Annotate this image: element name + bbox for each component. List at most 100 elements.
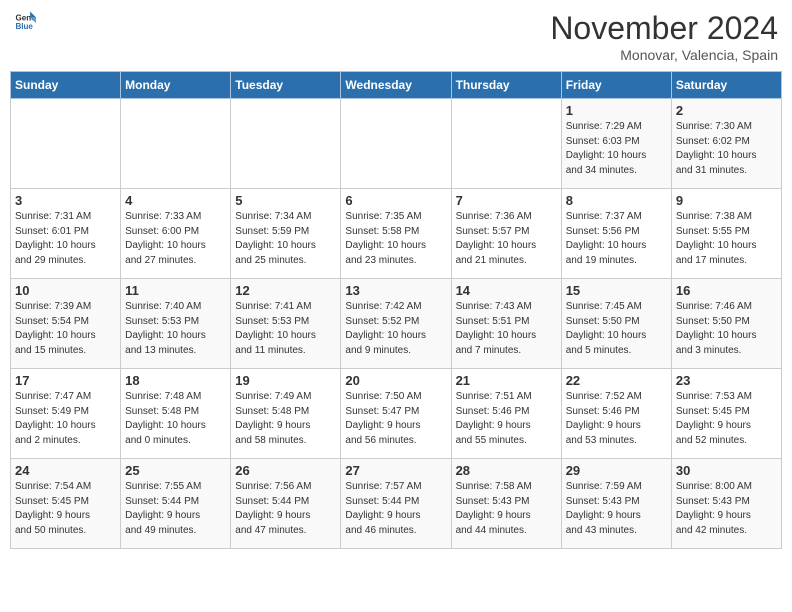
day-info: Sunrise: 7:49 AM Sunset: 5:48 PM Dayligh… [235,390,336,448]
day-info: Sunrise: 7:59 AM Sunset: 5:43 PM Dayligh… [566,480,667,538]
day-cell: 9Sunrise: 7:38 AM Sunset: 5:55 PM Daylig… [671,189,781,279]
day-cell [11,99,121,189]
day-info: Sunrise: 7:30 AM Sunset: 6:02 PM Dayligh… [676,120,777,178]
day-number: 30 [676,463,777,478]
month-title: November 2024 [550,10,778,47]
day-number: 16 [676,283,777,298]
day-info: Sunrise: 7:56 AM Sunset: 5:44 PM Dayligh… [235,480,336,538]
weekday-header-thursday: Thursday [451,72,561,99]
day-number: 17 [15,373,116,388]
day-number: 25 [125,463,226,478]
day-number: 13 [345,283,446,298]
day-number: 1 [566,103,667,118]
weekday-header-saturday: Saturday [671,72,781,99]
weekday-header-sunday: Sunday [11,72,121,99]
day-number: 7 [456,193,557,208]
day-number: 2 [676,103,777,118]
title-area: November 2024 Monovar, Valencia, Spain [550,10,778,63]
day-number: 22 [566,373,667,388]
day-number: 5 [235,193,336,208]
day-number: 12 [235,283,336,298]
day-info: Sunrise: 7:54 AM Sunset: 5:45 PM Dayligh… [15,480,116,538]
weekday-header-wednesday: Wednesday [341,72,451,99]
day-number: 10 [15,283,116,298]
day-number: 21 [456,373,557,388]
day-cell: 28 Sunrise: 7:58 AM Sunset: 5:43 PM Dayli… [451,459,561,549]
day-cell: 19Sunrise: 7:49 AM Sunset: 5:48 PM Dayli… [231,369,341,459]
day-cell: 16 Sunrise: 7:46 AM Sunset: 5:50 PM Dayli… [671,279,781,369]
day-info: Sunrise: 7:35 AM Sunset: 5:58 PM Dayligh… [345,210,446,268]
day-info: Sunrise: 7:41 AM Sunset: 5:53 PM Dayligh… [235,300,336,358]
day-info: Sunrise: 7:51 AM Sunset: 5:46 PM Dayligh… [456,390,557,448]
day-number: 24 [15,463,116,478]
day-info: Sunrise: 7:55 AM Sunset: 5:44 PM Dayligh… [125,480,226,538]
day-cell [341,99,451,189]
day-cell: 10 Sunrise: 7:39 AM Sunset: 5:54 PM Dayli… [11,279,121,369]
day-cell: 14 Sunrise: 7:43 AM Sunset: 5:51 PM Dayli… [451,279,561,369]
svg-text:Blue: Blue [15,22,33,31]
day-cell: 18 Sunrise: 7:48 AM Sunset: 5:48 PM Dayli… [121,369,231,459]
day-info: Sunrise: 7:45 AM Sunset: 5:50 PM Dayligh… [566,300,667,358]
day-info: Sunrise: 7:38 AM Sunset: 5:55 PM Dayligh… [676,210,777,268]
day-number: 20 [345,373,446,388]
day-cell: 7 Sunrise: 7:36 AM Sunset: 5:57 PM Daylig… [451,189,561,279]
day-number: 4 [125,193,226,208]
day-number: 6 [345,193,446,208]
day-info: Sunrise: 7:34 AM Sunset: 5:59 PM Dayligh… [235,210,336,268]
day-number: 8 [566,193,667,208]
day-cell: 2 Sunrise: 7:30 AM Sunset: 6:02 PM Daylig… [671,99,781,189]
weekday-header-row: SundayMondayTuesdayWednesdayThursdayFrid… [11,72,782,99]
day-info: Sunrise: 7:31 AM Sunset: 6:01 PM Dayligh… [15,210,116,268]
day-number: 11 [125,283,226,298]
week-row-1: 1Sunrise: 7:29 AM Sunset: 6:03 PM Daylig… [11,99,782,189]
day-cell: 21 Sunrise: 7:51 AM Sunset: 5:46 PM Dayli… [451,369,561,459]
day-cell: 8 Sunrise: 7:37 AM Sunset: 5:56 PM Daylig… [561,189,671,279]
day-info: Sunrise: 7:58 AM Sunset: 5:43 PM Dayligh… [456,480,557,538]
calendar-table: SundayMondayTuesdayWednesdayThursdayFrid… [10,71,782,549]
day-cell: 3Sunrise: 7:31 AM Sunset: 6:01 PM Daylig… [11,189,121,279]
day-cell [121,99,231,189]
day-cell: 11 Sunrise: 7:40 AM Sunset: 5:53 PM Dayli… [121,279,231,369]
day-cell: 29 Sunrise: 7:59 AM Sunset: 5:43 PM Dayli… [561,459,671,549]
day-info: Sunrise: 7:52 AM Sunset: 5:46 PM Dayligh… [566,390,667,448]
day-info: Sunrise: 7:48 AM Sunset: 5:48 PM Dayligh… [125,390,226,448]
day-info: Sunrise: 7:39 AM Sunset: 5:54 PM Dayligh… [15,300,116,358]
logo: General Blue [14,10,36,32]
day-info: Sunrise: 7:36 AM Sunset: 5:57 PM Dayligh… [456,210,557,268]
day-info: Sunrise: 7:43 AM Sunset: 5:51 PM Dayligh… [456,300,557,358]
day-cell: 22 Sunrise: 7:52 AM Sunset: 5:46 PM Dayli… [561,369,671,459]
week-row-5: 24 Sunrise: 7:54 AM Sunset: 5:45 PM Dayli… [11,459,782,549]
day-number: 18 [125,373,226,388]
day-info: Sunrise: 7:46 AM Sunset: 5:50 PM Dayligh… [676,300,777,358]
day-cell: 1Sunrise: 7:29 AM Sunset: 6:03 PM Daylig… [561,99,671,189]
day-number: 26 [235,463,336,478]
day-cell: 13Sunrise: 7:42 AM Sunset: 5:52 PM Dayli… [341,279,451,369]
day-number: 14 [456,283,557,298]
day-number: 28 [456,463,557,478]
page-header: General Blue November 2024 Monovar, Vale… [10,10,782,63]
day-info: Sunrise: 7:33 AM Sunset: 6:00 PM Dayligh… [125,210,226,268]
day-info: Sunrise: 7:40 AM Sunset: 5:53 PM Dayligh… [125,300,226,358]
day-cell: 12 Sunrise: 7:41 AM Sunset: 5:53 PM Dayli… [231,279,341,369]
day-number: 27 [345,463,446,478]
day-cell: 4 Sunrise: 7:33 AM Sunset: 6:00 PM Daylig… [121,189,231,279]
day-info: Sunrise: 7:37 AM Sunset: 5:56 PM Dayligh… [566,210,667,268]
day-cell: 20 Sunrise: 7:50 AM Sunset: 5:47 PM Dayli… [341,369,451,459]
day-cell: 26 Sunrise: 7:56 AM Sunset: 5:44 PM Dayli… [231,459,341,549]
day-cell: 6 Sunrise: 7:35 AM Sunset: 5:58 PM Daylig… [341,189,451,279]
day-cell: 23Sunrise: 7:53 AM Sunset: 5:45 PM Dayli… [671,369,781,459]
day-number: 29 [566,463,667,478]
day-info: Sunrise: 7:47 AM Sunset: 5:49 PM Dayligh… [15,390,116,448]
day-cell: 15 Sunrise: 7:45 AM Sunset: 5:50 PM Dayli… [561,279,671,369]
week-row-3: 10 Sunrise: 7:39 AM Sunset: 5:54 PM Dayli… [11,279,782,369]
day-cell: 24 Sunrise: 7:54 AM Sunset: 5:45 PM Dayli… [11,459,121,549]
day-number: 15 [566,283,667,298]
day-info: Sunrise: 7:50 AM Sunset: 5:47 PM Dayligh… [345,390,446,448]
day-info: Sunrise: 7:53 AM Sunset: 5:45 PM Dayligh… [676,390,777,448]
day-cell: 25 Sunrise: 7:55 AM Sunset: 5:44 PM Dayli… [121,459,231,549]
day-cell: 30 Sunrise: 8:00 AM Sunset: 5:43 PM Dayli… [671,459,781,549]
logo-icon: General Blue [14,10,36,32]
day-cell [451,99,561,189]
day-info: Sunrise: 8:00 AM Sunset: 5:43 PM Dayligh… [676,480,777,538]
weekday-header-friday: Friday [561,72,671,99]
